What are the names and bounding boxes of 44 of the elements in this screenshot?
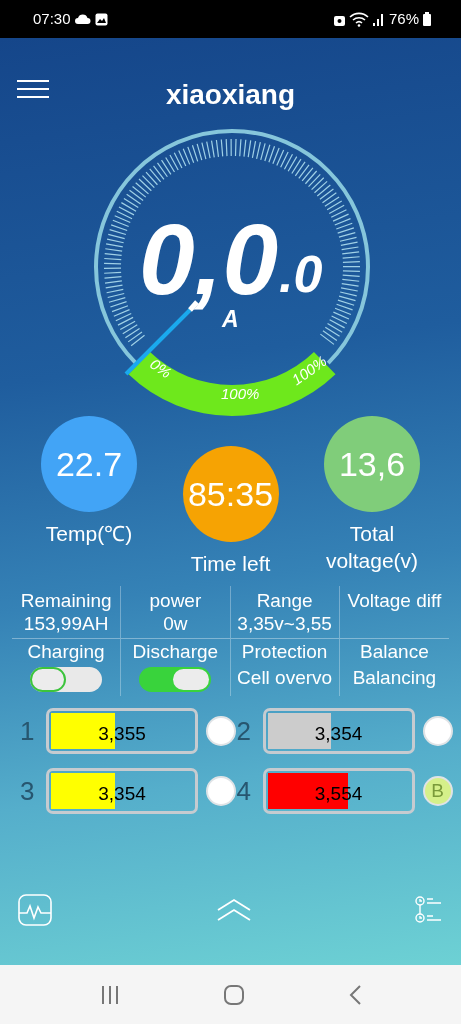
battery-icon <box>423 12 431 26</box>
status-value: Balancing <box>352 667 437 691</box>
chevron-up-icon[interactable] <box>216 898 251 923</box>
balance-indicator: B <box>422 776 453 807</box>
stat-label: Temp(℃) <box>45 521 133 547</box>
gauge-label: 0% <box>146 355 175 382</box>
gauge-label: 100% <box>220 385 259 402</box>
info-value: 153,99AH <box>23 612 109 636</box>
cell-number: 3 <box>20 774 36 808</box>
control-label: Discharge <box>132 640 219 664</box>
cell-number: 2 <box>236 714 252 748</box>
back-icon[interactable] <box>347 983 362 1006</box>
cell-number: 4 <box>236 774 252 808</box>
control-label: Protection <box>241 640 328 664</box>
activity-icon[interactable] <box>18 894 52 927</box>
toggle-switch[interactable] <box>30 667 103 693</box>
control-label: Charging <box>27 640 105 664</box>
info-label: Range <box>256 590 313 613</box>
control-label: Balance <box>360 640 429 664</box>
stat-circle: 85:35 <box>182 446 279 542</box>
wifi-icon <box>348 11 369 27</box>
info-label: Remaining <box>20 590 112 613</box>
current-decimal: .0 <box>278 245 322 303</box>
status-time: 07:30 <box>33 8 71 29</box>
home-icon[interactable] <box>222 983 245 1006</box>
toggle-switch[interactable] <box>139 667 212 693</box>
signal-icon <box>372 12 385 26</box>
image-icon <box>94 12 108 26</box>
battery-percent: 76% <box>388 8 419 29</box>
recents-icon[interactable] <box>99 984 120 1005</box>
info-label: power <box>149 590 202 613</box>
status-value: Cell overvo <box>237 667 333 691</box>
info-label: Voltage diff <box>347 590 442 613</box>
cloud-icon <box>74 14 91 24</box>
app-title: xiaoxiang <box>165 78 296 112</box>
stat-circle: 13,6 <box>324 416 420 512</box>
timeline-icon[interactable] <box>415 896 443 925</box>
menu-icon[interactable] <box>17 80 49 98</box>
info-value: 3,35v~3,55 <box>237 612 332 636</box>
stat-label: Time left <box>190 551 271 577</box>
cell-number: 1 <box>20 714 36 748</box>
stat-circle: 22.7 <box>41 416 137 512</box>
info-value: 0w <box>163 612 188 636</box>
stat-label: Total voltage(v) <box>324 521 420 575</box>
